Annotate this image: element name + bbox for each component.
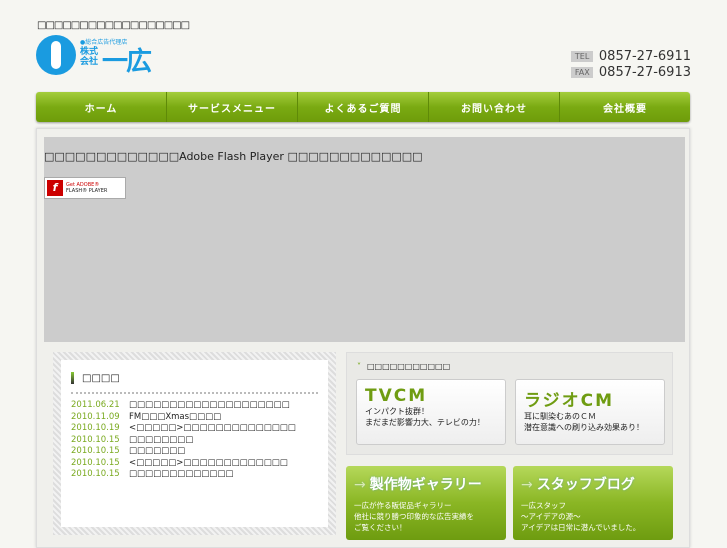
tvcm-line1: インパクト抜群！ bbox=[365, 407, 429, 416]
news-item[interactable]: 2010.11.09 FM□□□Xmas□□□□ bbox=[71, 412, 318, 424]
fax-info: FAX 0857-27-6913 bbox=[570, 65, 691, 80]
news-date: 2011.06.21 bbox=[71, 400, 120, 410]
arrow-right-icon: → bbox=[354, 477, 366, 493]
blog-line1: 一広スタッフ bbox=[521, 501, 566, 510]
nav-home[interactable]: ホーム bbox=[36, 92, 167, 122]
arrow-right-icon: → bbox=[521, 477, 533, 493]
tel-info: TEL 0857-27-6911 bbox=[570, 49, 691, 64]
news-title: □□□□ bbox=[82, 372, 120, 384]
radiocm-line1: 耳に馴染むあのＣＭ bbox=[524, 412, 596, 421]
news-text[interactable]: <□□□□□>□□□□□□□□□□□□□ bbox=[129, 458, 288, 470]
company-logo[interactable]: ●総合広告代理店 株式会社 一広 bbox=[36, 35, 166, 79]
news-date: 2010.11.09 bbox=[71, 411, 120, 422]
logo-name: 一広 bbox=[102, 47, 152, 77]
news-date: 2010.10.15 bbox=[71, 469, 120, 479]
news-date: 2010.10.15 bbox=[71, 446, 120, 456]
radiocm-button[interactable]: ラジオCM 耳に馴染むあのＣＭ 潜在意識への刷り込み効果あり！ bbox=[515, 379, 665, 445]
news-item[interactable]: 2010.10.15 □□□□□□□□ bbox=[71, 435, 318, 447]
news-text[interactable]: □□□□□□□□□□□□□□□□□□□□ bbox=[129, 400, 290, 412]
news-item[interactable]: 2010.10.15 □□□□□□□□□□□□□ bbox=[71, 469, 318, 481]
nav-faq[interactable]: よくあるご質問 bbox=[298, 92, 429, 122]
gallery-line2: 他社に競り勝つ印象的な広告実績を bbox=[354, 512, 474, 521]
logo-kabushiki: 株式会社 bbox=[80, 47, 99, 67]
blog-title: スタッフブログ bbox=[536, 477, 635, 493]
news-box: □□□□ 2011.06.21 □□□□□□□□□□□□□□□□□□□□ 2010.… bbox=[53, 352, 336, 535]
news-text[interactable]: □□□□□□□□ bbox=[129, 435, 193, 447]
main-nav: ホーム サービスメニュー よくあるご質問 お問い合わせ 会社概要 bbox=[36, 92, 690, 122]
chevron-down-icon: ˅ bbox=[357, 362, 361, 371]
title-bar-icon bbox=[71, 372, 74, 384]
services-box: ˅ □□□□□□□□□□□ TVCM インパクト抜群！ まだまだ影響力大、テレビの… bbox=[346, 352, 673, 455]
logo-mark-icon bbox=[36, 35, 76, 75]
news-text[interactable]: □□□□□□□ bbox=[129, 446, 185, 458]
news-date: 2010.10.19 bbox=[71, 423, 120, 433]
news-text[interactable]: □□□□□□□□□□□□□ bbox=[129, 469, 233, 481]
news-item[interactable]: 2010.10.15 <□□□□□>□□□□□□□□□□□□□ bbox=[71, 458, 318, 470]
news-text[interactable]: <□□□□□>□□□□□□□□□□□□□□ bbox=[129, 423, 296, 435]
tel-number: 0857-27-6911 bbox=[598, 49, 691, 64]
get-flash-button[interactable]: f Get ADOBE® FLASH® PLAYER bbox=[44, 177, 126, 199]
nav-contact[interactable]: お問い合わせ bbox=[429, 92, 560, 122]
tel-label: TEL bbox=[570, 51, 593, 62]
flash-message: □□□□□□□□□□□□□Adobe Flash Player □□□□□□□□… bbox=[44, 150, 423, 163]
radiocm-line2: 潜在意識への刷り込み効果あり！ bbox=[524, 423, 644, 432]
fax-number: 0857-27-6913 bbox=[598, 65, 691, 80]
news-text[interactable]: FM□□□Xmas□□□□ bbox=[129, 412, 221, 424]
nav-services[interactable]: サービスメニュー bbox=[167, 92, 298, 122]
tvcm-button[interactable]: TVCM インパクト抜群！ まだまだ影響力大、テレビの力！ bbox=[356, 379, 506, 445]
flash-icon: f bbox=[47, 180, 63, 196]
nav-company[interactable]: 会社概要 bbox=[560, 92, 690, 122]
gallery-line3: ご覧ください！ bbox=[354, 523, 407, 532]
gallery-title: 製作物ギャラリー bbox=[369, 477, 482, 493]
site-tagline: □□□□□□□□□□□□□□□□□□ bbox=[37, 20, 190, 31]
gallery-line1: 一広が作る販促品ギャラリー bbox=[354, 501, 452, 510]
services-title: □□□□□□□□□□□ bbox=[367, 362, 451, 371]
fax-label: FAX bbox=[570, 67, 593, 78]
news-item[interactable]: 2010.10.19 <□□□□□>□□□□□□□□□□□□□□ bbox=[71, 423, 318, 435]
blog-line3: アイデアは日常に潜んでいました。 bbox=[521, 523, 641, 532]
blog-button[interactable]: → スタッフブログ 一広スタッフ ～アイデアの源～ アイデアは日常に潜んでいました… bbox=[513, 466, 673, 540]
flash-placeholder bbox=[44, 137, 685, 342]
gallery-button[interactable]: → 製作物ギャラリー 一広が作る販促品ギャラリー 他社に競り勝つ印象的な広告実績を… bbox=[346, 466, 506, 540]
news-date: 2010.10.15 bbox=[71, 434, 120, 445]
tvcm-line2: まだまだ影響力大、テレビの力！ bbox=[365, 418, 485, 427]
tvcm-title: TVCM bbox=[365, 386, 428, 406]
news-item[interactable]: 2011.06.21 □□□□□□□□□□□□□□□□□□□□ bbox=[71, 400, 318, 412]
radiocm-title: ラジオCM bbox=[524, 391, 615, 411]
news-date: 2010.10.15 bbox=[71, 457, 120, 468]
badge-name: FLASH® PLAYER bbox=[66, 188, 108, 194]
news-item[interactable]: 2010.10.15 □□□□□□□ bbox=[71, 446, 318, 458]
blog-line2: ～アイデアの源～ bbox=[521, 512, 581, 521]
